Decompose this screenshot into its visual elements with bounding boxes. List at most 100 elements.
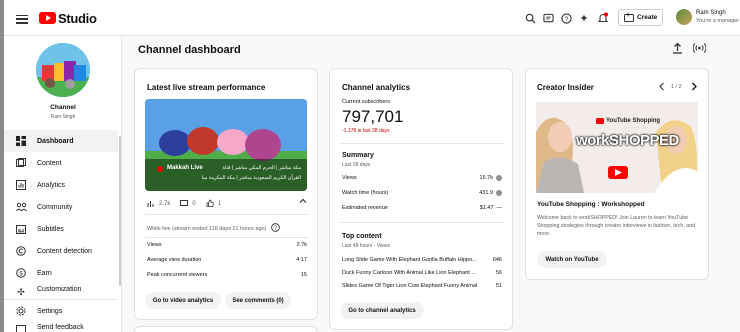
sidebar-item-label: Send feedback: [37, 324, 84, 331]
account-role: You're a manager: [696, 18, 740, 24]
trend-neutral-icon: [496, 175, 502, 181]
thumbnail-title-text: workSHOPPED: [576, 132, 679, 149]
search-icon[interactable]: [523, 11, 537, 25]
divider: [145, 237, 309, 238]
insider-video-title[interactable]: YouTube Shopping : Workshopped: [537, 201, 645, 208]
thumbnail-brand-text: YouTube Shopping: [606, 118, 661, 124]
comments-count: 0: [192, 201, 196, 207]
sidebar: Channel Ram Singh Dashboard Content Anal…: [4, 36, 122, 332]
settings-icon: [15, 305, 27, 317]
top-content-row[interactable]: Long Slide Game With Elephant Gorilla Bu…: [342, 257, 502, 263]
sidebar-item-label: Earn: [37, 269, 52, 277]
content-icon: [15, 157, 27, 169]
likes-count: 1: [217, 201, 222, 207]
help-icon[interactable]: ?: [559, 11, 573, 25]
top-content-row[interactable]: Slides Game Of Tiger Lion Cow Elephant F…: [342, 283, 502, 289]
youtube-logo-icon: [39, 12, 56, 24]
sidebar-item-analytics[interactable]: Analytics: [4, 174, 118, 196]
live-badge: Makkah Live: [167, 165, 203, 171]
top-content-row[interactable]: Duck Funny Cartoon With Animal Like Lion…: [342, 270, 502, 276]
video-title-line1: مكة مباشر | الحرم المكي مباشر | قناة: [222, 165, 301, 171]
channel-analytics-button[interactable]: Go to channel analytics: [340, 302, 424, 319]
video-title: Slides Game Of Tiger Lion Cow Elephant F…: [342, 283, 478, 289]
create-button[interactable]: Create: [618, 9, 664, 26]
video-views: 56: [495, 270, 502, 276]
sidebar-scrollbar[interactable]: [119, 136, 121, 286]
sidebar-item-label: Customization: [37, 286, 82, 293]
card-title: Creator Insider: [537, 83, 594, 92]
svg-text:?: ?: [274, 226, 277, 232]
account-avatar[interactable]: [676, 9, 692, 25]
summary-row: Estimated revenue $1.47—: [342, 205, 502, 211]
summary-value: 431.9: [479, 190, 493, 196]
sidebar-item-customization[interactable]: ✣ Customization: [4, 284, 118, 296]
sidebar-item-label: Content: [37, 159, 62, 167]
sidebar-item-community[interactable]: Community: [4, 196, 118, 218]
sparkle-icon[interactable]: ✦: [577, 11, 591, 25]
feedback-icon: [15, 324, 27, 332]
sidebar-item-label: Content detection: [37, 247, 92, 255]
top-content-title: Top content: [342, 233, 382, 240]
creator-insider-card: Creator Insider 1 / 2 YouTube Shopping w…: [525, 68, 709, 280]
sidebar-item-earn[interactable]: $ Earn: [4, 262, 118, 284]
community-icon: [15, 201, 27, 213]
sidebar-item-content[interactable]: Content: [4, 152, 118, 174]
summary-value: $1.47: [479, 205, 494, 211]
live-status-text: While live (stream ended 116 days 21 hou…: [147, 225, 267, 232]
top-bar: Studio ? ✦ Create Ram Singh You're a man…: [4, 0, 740, 36]
stat-value: 4:17: [296, 257, 307, 263]
likes-icon: [206, 199, 214, 209]
sidebar-item-label: Analytics: [37, 181, 66, 189]
sidebar-item-content-detection[interactable]: Content detection: [4, 240, 118, 262]
sidebar-item-label: Dashboard: [37, 137, 74, 145]
notifications-icon[interactable]: [596, 11, 610, 25]
stat-label: Peak concurrent viewers: [147, 272, 208, 278]
next-chevron-icon[interactable]: [690, 82, 698, 93]
menu-icon[interactable]: [16, 12, 28, 24]
sidebar-item-subtitles[interactable]: Subtitles: [4, 218, 118, 240]
video-views: 646: [492, 257, 502, 263]
video-stats: 2.7k 0 1: [147, 199, 221, 209]
summary-title: Summary: [342, 152, 374, 159]
svg-text:?: ?: [564, 15, 568, 22]
channel-avatar[interactable]: [36, 43, 90, 97]
insider-video-thumbnail[interactable]: YouTube Shopping workSHOPPED: [536, 102, 698, 193]
sidebar-item-label: Community: [37, 203, 73, 211]
stat-row: Average view duration 4:17: [147, 257, 307, 263]
trend-indicator: —: [496, 205, 503, 211]
watch-on-youtube-button[interactable]: Watch on YouTube: [537, 251, 607, 268]
subscribers-label: Current subscribers: [342, 99, 390, 105]
card-title: Channel analytics: [342, 83, 411, 92]
help-icon[interactable]: ?: [271, 223, 281, 234]
customization-icon: ✣: [17, 286, 25, 297]
live-video-thumbnail[interactable]: Makkah Live مكة مباشر | الحرم المكي مباش…: [145, 99, 307, 191]
summary-label: Views: [342, 175, 357, 181]
sidebar-item-send-feedback[interactable]: Send feedback: [4, 322, 118, 332]
summary-value: 15.7k: [479, 175, 493, 181]
live-performance-card: Latest live stream performance Makkah Li…: [134, 68, 318, 320]
video-analytics-button[interactable]: Go to video analytics: [145, 292, 221, 309]
views-count: 2.7k: [159, 201, 171, 207]
channel-analytics-card: Channel analytics Current subscribers 79…: [329, 68, 513, 330]
collapse-chevron-icon[interactable]: [299, 197, 307, 207]
studio-logo[interactable]: Studio: [39, 10, 97, 26]
divider: [145, 214, 309, 215]
go-live-icon[interactable]: [692, 42, 707, 57]
stat-label: Average view duration: [147, 257, 202, 263]
sidebar-item-label: Subtitles: [37, 225, 64, 233]
see-comments-button[interactable]: See comments (0): [225, 292, 291, 309]
insider-description: Welcome back to workSHOPPED! Join Lauren…: [537, 215, 696, 237]
create-label: Create: [637, 14, 658, 21]
dashboard-icon: [15, 135, 27, 147]
sidebar-item-dashboard[interactable]: Dashboard: [4, 130, 118, 152]
upload-icon[interactable]: [672, 42, 683, 57]
channel-title: Channel: [50, 104, 76, 111]
divider: [340, 143, 504, 144]
sidebar-item-settings[interactable]: Settings: [4, 300, 118, 322]
video-title: Duck Funny Cartoon With Animal Like Lion…: [342, 270, 476, 276]
views-icon: [147, 200, 155, 209]
previous-chevron-icon[interactable]: [658, 82, 666, 93]
summary-period: Last 28 days: [342, 162, 371, 168]
feedback-icon[interactable]: [541, 11, 555, 25]
subscribers-count: 797,701: [342, 107, 404, 126]
